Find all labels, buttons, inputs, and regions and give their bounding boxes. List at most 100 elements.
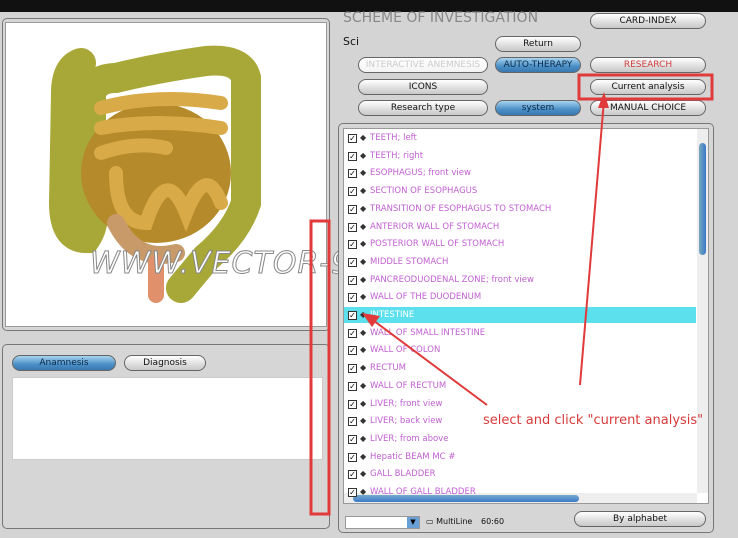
list-item-label: INTESTINE — [370, 310, 415, 320]
list-item[interactable]: ✓ ◆ ANTERIOR WALL OF STOMACH — [344, 219, 696, 235]
list-item[interactable]: ✓ ◆ LIVER; front view — [344, 396, 696, 412]
tab-anamnesis[interactable]: Anamnesis — [12, 355, 116, 371]
list-item-label: WALL OF SMALL INTESTINE — [370, 327, 486, 338]
list-item[interactable]: ✓ ◆ WALL OF THE DUODENUM — [344, 289, 696, 305]
list-item[interactable]: ✓ ◆ WALL OF COLON — [344, 342, 696, 358]
subtitle: Sci — [343, 35, 360, 48]
checkbox[interactable]: ✓ — [348, 151, 357, 161]
checkbox[interactable]: ✓ — [348, 187, 357, 197]
checkbox[interactable]: ✓ — [348, 364, 357, 374]
checkbox[interactable]: ✓ — [348, 204, 357, 214]
research-button[interactable]: RESEARCH — [590, 57, 706, 73]
bullet-icon: ◆ — [360, 363, 367, 373]
list-item-label: WALL OF THE DUODENUM — [370, 292, 482, 303]
list-item-label: PANCREODUODENAL ZONE; front view — [370, 274, 534, 285]
counter: 60:60 — [481, 517, 505, 526]
scroll-thumb[interactable] — [699, 143, 706, 255]
list-item-label: ESOPHAGUS; front view — [370, 168, 471, 179]
list-item-label: WALL OF COLON — [370, 345, 441, 356]
list-item[interactable]: ✓ ◆ TEETH; left — [344, 130, 696, 146]
bullet-icon: ◆ — [360, 186, 367, 196]
list-item[interactable]: ✓ ◆ PANCREODUODENAL ZONE; front view — [344, 272, 696, 288]
tab-diagnosis[interactable]: Diagnosis — [124, 355, 206, 371]
list-item-label: MIDDLE STOMACH — [370, 256, 449, 267]
list-item[interactable]: ✓ ◆ RECTUM — [344, 360, 696, 376]
list-item-label: TRANSITION OF ESOPHAGUS TO STOMACH — [370, 203, 552, 214]
list-item-label: LIVER; front view — [370, 398, 443, 409]
checkbox[interactable]: ✓ — [348, 275, 357, 285]
multiline-checkbox[interactable]: ▭ MultiLine — [426, 517, 472, 526]
list-item-label: SECTION OF ESOPHAGUS — [370, 186, 478, 197]
anatomy-image[interactable] — [5, 22, 327, 327]
list-item[interactable]: ✓ ◆ ESOPHAGUS; front view — [344, 165, 696, 181]
checkbox[interactable]: ✓ — [348, 381, 357, 391]
list-item[interactable]: ✓ ◆ Hepatic BEAM MC # — [344, 449, 696, 465]
bullet-icon: ◆ — [360, 416, 367, 426]
checkbox[interactable]: ✓ — [348, 399, 357, 409]
bullet-icon: ◆ — [360, 310, 367, 319]
checkbox[interactable]: ✓ — [348, 328, 357, 338]
list-item-label: WALL OF RECTUM — [370, 380, 447, 391]
checkbox[interactable]: ✓ — [348, 240, 357, 250]
annotation-text: select and click "current analysis" — [483, 413, 704, 428]
multiline-label: MultiLine — [436, 517, 473, 526]
anamnesis-text-area[interactable] — [12, 377, 323, 460]
by-alphabet-button[interactable]: By alphabet — [574, 511, 706, 527]
checkbox[interactable]: ✓ — [348, 470, 357, 480]
organ-list[interactable]: ✓ ◆ TEETH; left ✓ ◆ TEETH; right ✓ ◆ ESOPHAGUS; … — [343, 128, 709, 504]
vertical-scrollbar[interactable] — [697, 129, 708, 493]
list-item[interactable]: ✓ ◆ MIDDLE STOMACH — [344, 254, 696, 270]
list-item[interactable]: ✓ ◆ LIVER; from above — [344, 431, 696, 447]
bullet-icon: ◆ — [360, 487, 367, 496]
checkbox[interactable]: ✓ — [348, 434, 357, 444]
bullet-icon: ◆ — [360, 345, 367, 355]
card-index-button[interactable]: CARD-INDEX — [590, 13, 706, 29]
bullet-icon: ◆ — [360, 133, 367, 142]
bullet-icon: ◆ — [360, 327, 367, 337]
list-item[interactable]: ✓ ◆ WALL OF GALL BLADDER — [344, 484, 696, 500]
icons-button[interactable]: ICONS — [358, 79, 488, 95]
list-item-label: POSTERIOR WALL OF STOMACH — [370, 239, 505, 250]
bullet-icon: ◆ — [360, 168, 367, 178]
list-item[interactable]: ✓ ◆ SECTION OF ESOPHAGUS — [344, 183, 696, 199]
checkbox[interactable]: ✓ — [348, 257, 357, 267]
bullet-icon: ◆ — [360, 469, 367, 479]
page-title: SCHEME OF INVESTIGATION — [343, 10, 539, 26]
list-item[interactable]: ✓ ◆ TEETH; right — [344, 148, 696, 164]
auto-therapy-button[interactable]: AUTO-THERAPY — [495, 57, 581, 73]
list-item-label: TEETH; right — [370, 150, 424, 161]
interactive-anamnesis-button[interactable]: INTERACTIVE ANEMNESIS — [358, 57, 488, 73]
checkbox[interactable]: ✓ — [348, 293, 357, 303]
checkbox[interactable]: ✓ — [348, 452, 357, 462]
checkbox[interactable]: ✓ — [348, 169, 357, 179]
manual-choice-button[interactable]: MANUAL CHOICE — [590, 100, 706, 116]
checkbox[interactable]: ✓ — [348, 311, 357, 320]
list-item[interactable]: ✓ ◆ POSTERIOR WALL OF STOMACH — [344, 236, 696, 252]
system-button[interactable]: system — [495, 100, 581, 116]
checkbox[interactable]: ✓ — [348, 417, 357, 427]
list-item-label: Hepatic BEAM MC # — [370, 451, 456, 462]
list-item[interactable]: ✓ ◆ INTESTINE — [344, 307, 696, 323]
list-item[interactable]: ✓ ◆ GALL BLADDER — [344, 466, 696, 482]
checkbox[interactable]: ✓ — [348, 222, 357, 232]
checkbox[interactable]: ✓ — [348, 134, 357, 143]
list-item-label: LIVER; back view — [370, 416, 443, 427]
list-item[interactable]: ✓ ◆ WALL OF RECTUM — [344, 378, 696, 394]
research-type-button[interactable]: Research type — [358, 100, 488, 116]
bullet-icon: ◆ — [360, 256, 367, 266]
checkbox[interactable]: ✓ — [348, 488, 357, 497]
bullet-icon: ◆ — [360, 433, 367, 443]
bullet-icon: ◆ — [360, 292, 367, 302]
list-item-label: GALL BLADDER — [370, 469, 436, 480]
list-item-label: LIVER; from above — [370, 433, 449, 444]
current-analysis-button[interactable]: Current analysis — [590, 79, 706, 95]
list-item-label: ANTERIOR WALL OF STOMACH — [370, 221, 500, 232]
chevron-down-icon[interactable]: ▼ — [407, 517, 419, 528]
bullet-icon: ◆ — [360, 150, 367, 160]
return-button[interactable]: Return — [495, 36, 581, 52]
checkbox[interactable]: ✓ — [348, 346, 357, 356]
list-item[interactable]: ✓ ◆ TRANSITION OF ESOPHAGUS TO STOMACH — [344, 201, 696, 217]
intestine-illustration — [48, 45, 261, 303]
list-item[interactable]: ✓ ◆ WALL OF SMALL INTESTINE — [344, 325, 696, 341]
filter-dropdown[interactable]: ▼ — [345, 516, 420, 529]
